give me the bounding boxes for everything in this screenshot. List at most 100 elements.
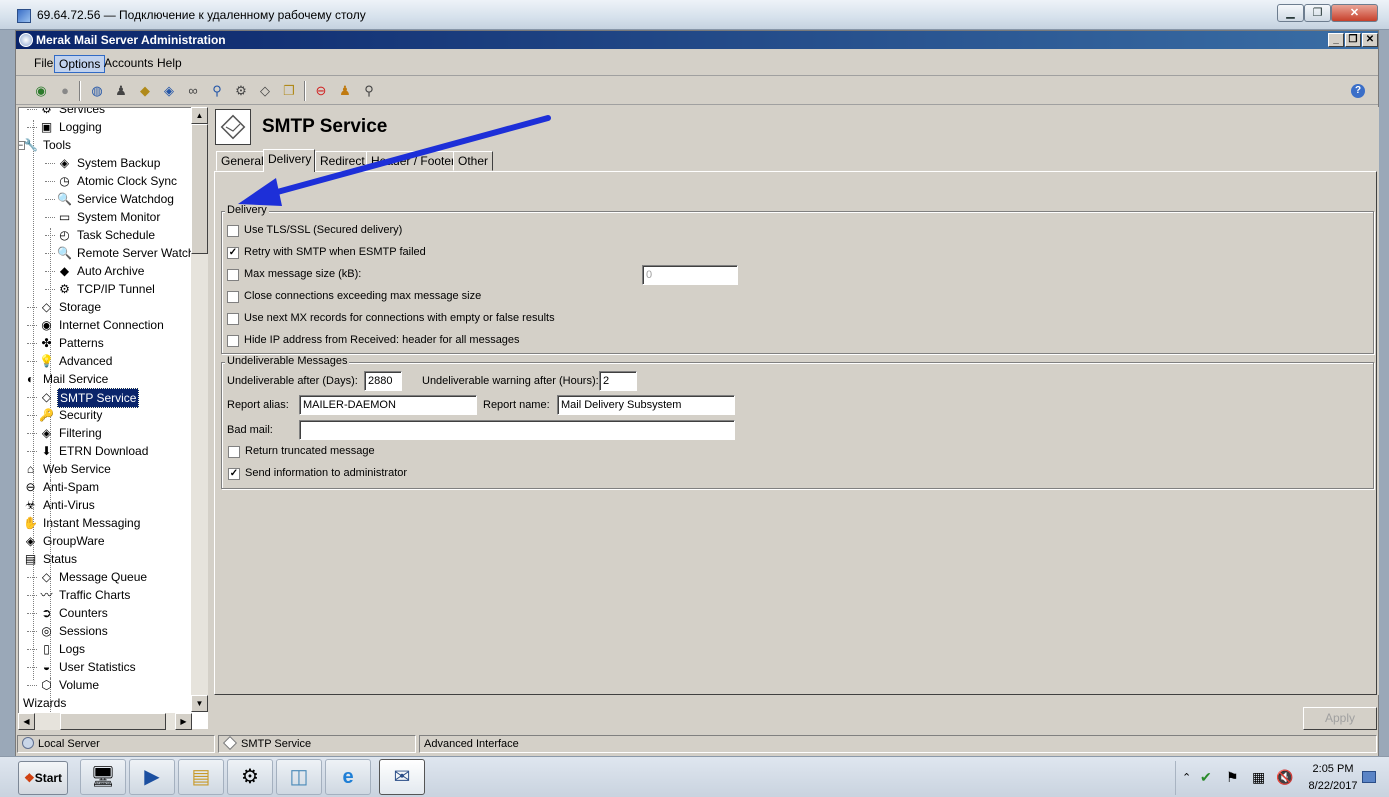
tree-item[interactable]: 🔧 Tools — [19, 136, 194, 154]
start-button[interactable]: ❖Start — [18, 761, 68, 795]
clock-time[interactable]: 2:05 PM — [1303, 763, 1363, 775]
tree-item[interactable]: ▯ Logs — [19, 640, 194, 658]
tree-item[interactable]: ➲ Counters — [19, 604, 194, 622]
tree-item[interactable]: ⌂ Web Service — [19, 460, 194, 478]
settings-icon[interactable]: ⚙ — [232, 82, 250, 100]
tree-item[interactable]: ◇ Message Queue — [19, 568, 194, 586]
send-info-admin-checkbox[interactable]: ✓ — [228, 468, 240, 480]
tree-item[interactable]: 〰 Traffic Charts — [19, 586, 194, 604]
tree-item[interactable]: ◈ GroupWare — [19, 532, 194, 550]
clock-date[interactable]: 8/22/2017 — [1298, 780, 1368, 792]
tree-item[interactable]: ✤ Patterns — [19, 334, 194, 352]
tree-item[interactable]: ◈ Filtering — [19, 424, 194, 442]
tab-header-footer[interactable]: Header / Footer — [366, 151, 461, 171]
max-message-size-input[interactable]: 0 — [642, 265, 738, 285]
group-icon[interactable]: ◈ — [160, 82, 178, 100]
tree-item[interactable]: ▣ Logging — [19, 118, 194, 136]
next-mx-checkbox[interactable] — [227, 313, 239, 325]
tree-item[interactable]: ⚙ Services — [19, 108, 194, 118]
menu-accounts[interactable]: Accounts — [100, 55, 157, 73]
tree-item[interactable]: ◴ Task Schedule — [19, 226, 194, 244]
tray-flag-icon[interactable]: ⚑ — [1226, 769, 1239, 786]
hide-ip-checkbox[interactable] — [227, 335, 239, 347]
tree-item[interactable]: ◆ Auto Archive — [19, 262, 194, 280]
search-icon[interactable]: ⚲ — [360, 82, 378, 100]
scroll-left-arrow-icon[interactable]: ◀ — [18, 713, 35, 730]
report-alias-input[interactable]: MAILER-DAEMON — [299, 395, 477, 415]
tree-item[interactable]: ◇ SMTP Service — [19, 388, 194, 408]
tree-vertical-scrollbar[interactable]: ▲ ▼ — [191, 107, 208, 712]
apply-button[interactable]: Apply — [1303, 707, 1377, 730]
tree-item[interactable]: 💡 Advanced — [19, 352, 194, 370]
copy-icon[interactable]: ❐ — [280, 82, 298, 100]
tree-item[interactable]: ⬡ Volume — [19, 676, 194, 694]
report-name-input[interactable]: Mail Delivery Subsystem — [557, 395, 735, 415]
app-minimize-button[interactable]: _ — [1328, 33, 1344, 47]
menu-options[interactable]: Options — [54, 55, 106, 73]
connect-icon[interactable]: ◉ — [32, 82, 50, 100]
tree-item[interactable]: ◎ Sessions — [19, 622, 194, 640]
stop-icon[interactable]: ⊖ — [312, 82, 330, 100]
tree-item[interactable]: ✋ Instant Messaging — [19, 514, 194, 532]
rdp-close-button[interactable]: ✕ — [1331, 4, 1378, 22]
user-icon[interactable]: ♟ — [112, 82, 130, 100]
navigation-tree[interactable]: ⚙ Services ▣ Logging 🔧 Tools ◈ System Backup ◷ At… — [18, 107, 208, 729]
tray-volume-muted-icon[interactable]: 🔇 — [1276, 769, 1293, 786]
tab-redirect[interactable]: Redirect — [315, 151, 370, 171]
internet-explorer-task[interactable]: e — [325, 759, 371, 795]
tree-item[interactable]: ⚙ TCP/IP Tunnel — [19, 280, 194, 298]
app-restore-button[interactable]: ❐ — [1345, 33, 1361, 47]
tree-item[interactable]: ⊖ Anti-Spam — [19, 478, 194, 496]
rdp-minimize-button[interactable]: ▁ — [1277, 4, 1304, 22]
tree-item[interactable]: ▭ System Monitor — [19, 208, 194, 226]
scroll-up-arrow-icon[interactable]: ▲ — [191, 107, 208, 124]
tree-item[interactable]: Wizards — [19, 694, 194, 712]
scroll-down-arrow-icon[interactable]: ▼ — [191, 695, 208, 712]
tree-scroll-thumb[interactable] — [191, 124, 208, 254]
remote-account-icon[interactable]: ⚲ — [208, 82, 226, 100]
disconnect-icon[interactable]: ● — [56, 82, 74, 100]
merak-admin-task[interactable]: ✉ — [379, 759, 425, 795]
menu-help[interactable]: Help — [153, 55, 186, 73]
tree-hscroll-thumb[interactable] — [60, 713, 166, 730]
tree-item[interactable]: ⬇ ETRN Download — [19, 442, 194, 460]
retry-smtp-checkbox[interactable]: ✓ — [227, 247, 239, 259]
use-tls-ssl-checkbox[interactable] — [227, 225, 239, 237]
server-manager-task[interactable]: 🖥 — [80, 759, 126, 795]
tree-item[interactable]: ◒ User Statistics — [19, 658, 194, 676]
tab-other[interactable]: Other — [453, 151, 494, 171]
tray-network-icon[interactable]: ✔ — [1200, 769, 1212, 786]
notepad-task[interactable]: ◫ — [276, 759, 322, 795]
edit-icon[interactable]: ◇ — [256, 82, 274, 100]
app-close-button[interactable]: ✕ — [1362, 33, 1378, 47]
return-truncated-checkbox[interactable] — [228, 446, 240, 458]
undeliverable-after-input[interactable]: 2880 — [364, 371, 402, 391]
tree-item[interactable]: ◈ System Backup — [19, 154, 194, 172]
tree-item[interactable]: ◇ Storage — [19, 298, 194, 316]
tree-item[interactable]: 🔍 Service Watchdog — [19, 190, 194, 208]
tray-display-icon[interactable]: ▦ — [1252, 769, 1265, 786]
scroll-right-arrow-icon[interactable]: ▶ — [175, 713, 192, 730]
max-message-size-checkbox[interactable] — [227, 269, 239, 281]
tree-item[interactable]: 🔍 Remote Server Watchdo — [19, 244, 207, 262]
domain-icon[interactable]: ◆ — [136, 82, 154, 100]
bad-mail-input[interactable] — [299, 420, 735, 440]
tree-horizontal-scrollbar[interactable]: ◀ ▶ — [18, 713, 192, 730]
user-properties-icon[interactable]: ♟ — [336, 82, 354, 100]
tab-delivery[interactable]: Delivery — [263, 149, 315, 172]
tree-item[interactable]: ◷ Atomic Clock Sync — [19, 172, 194, 190]
rdp-maximize-button[interactable]: ❐ — [1304, 4, 1331, 22]
tray-expand-icon[interactable]: ⌃ — [1182, 771, 1191, 784]
powershell-task[interactable]: ▶ — [129, 759, 175, 795]
globe-icon[interactable]: ◍ — [88, 82, 106, 100]
close-connections-checkbox[interactable] — [227, 291, 239, 303]
collapse-tools-icon[interactable]: − — [19, 141, 25, 150]
tree-item[interactable]: ◐ Mail Service — [19, 370, 194, 388]
help-icon[interactable]: ? — [1351, 84, 1365, 98]
tab-general[interactable]: General — [216, 151, 269, 171]
settings-task[interactable]: ⚙ — [227, 759, 273, 795]
tree-item[interactable]: 🔑 Security — [19, 406, 194, 424]
undeliverable-warning-input[interactable]: 2 — [599, 371, 637, 391]
tree-item[interactable]: ▤ Status — [19, 550, 194, 568]
tree-item[interactable]: ☣ Anti-Virus — [19, 496, 194, 514]
